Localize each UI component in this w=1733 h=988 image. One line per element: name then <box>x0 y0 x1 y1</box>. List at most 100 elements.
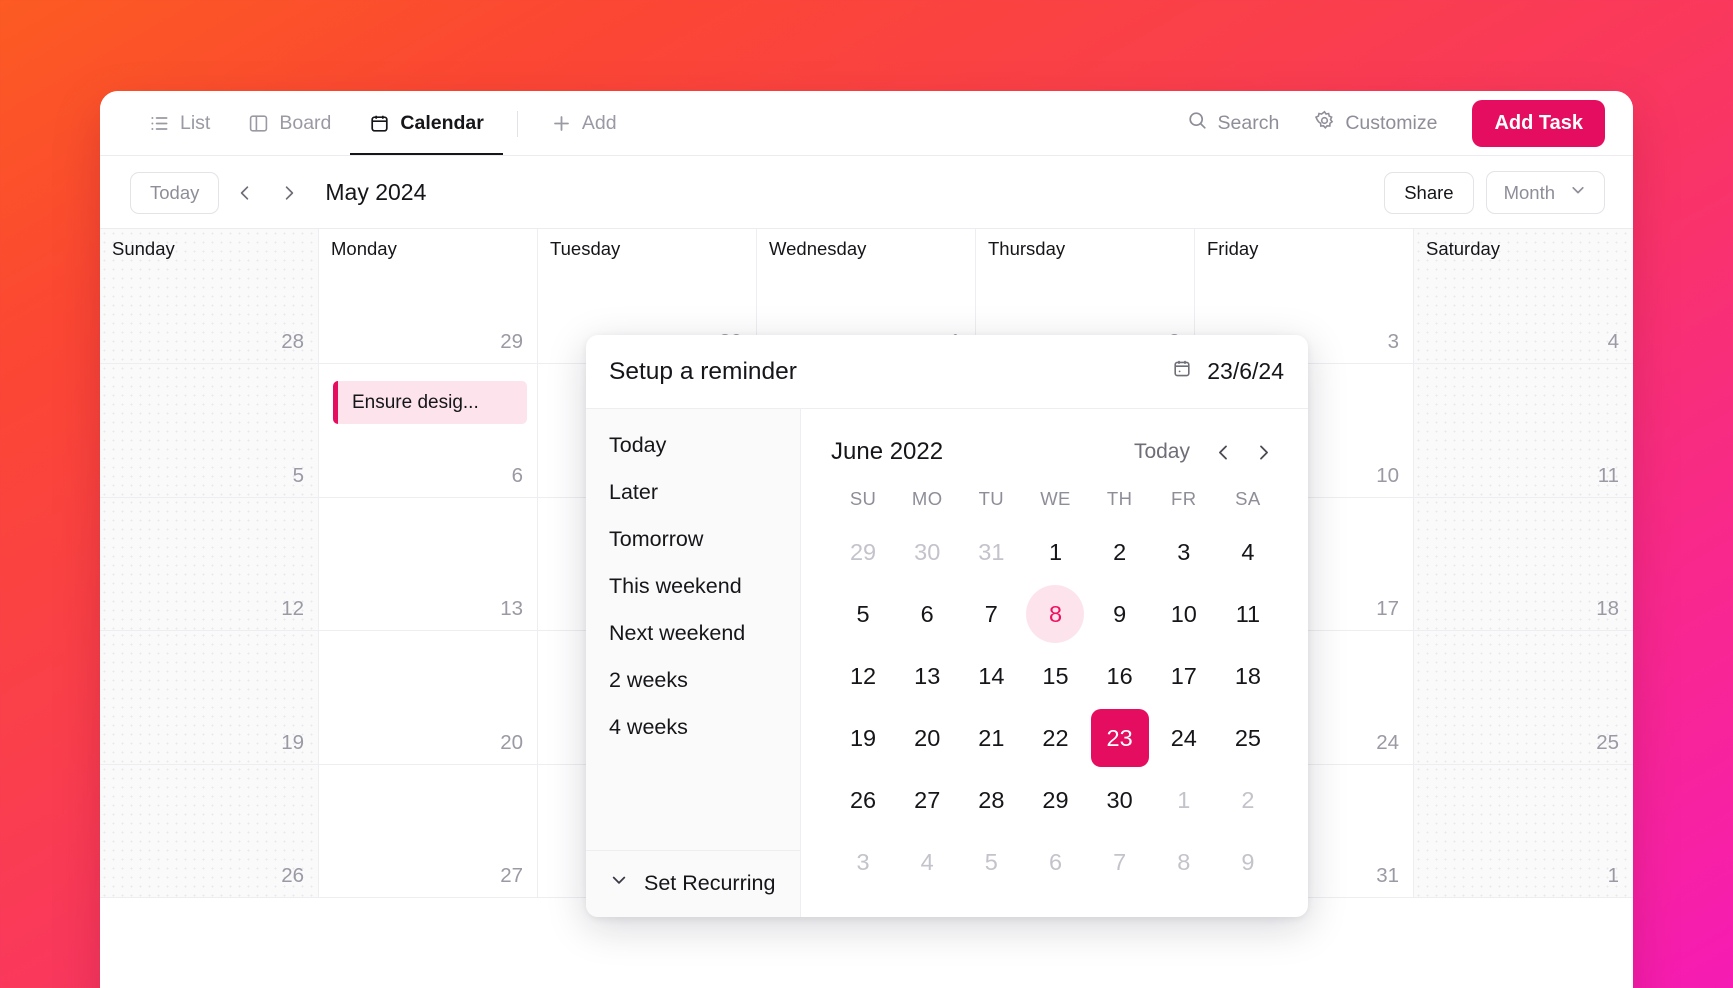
tab-list[interactable]: List <box>130 91 229 156</box>
date-picker-day[interactable]: 7 <box>959 585 1023 643</box>
task-chip[interactable]: Ensure desig... <box>333 381 527 424</box>
month-day-cell[interactable]: 18 <box>1414 497 1633 631</box>
date-picker-day[interactable]: 6 <box>1023 833 1087 891</box>
date-picker-day-number: 8 <box>1026 585 1085 643</box>
view-tab-bar: List Board Calendar Add Search Customize… <box>100 91 1633 156</box>
reminder-popover: Setup a reminder 23/6/24 Today Later Tomor… <box>586 335 1308 917</box>
next-period-button[interactable] <box>271 175 307 211</box>
month-day-number: 18 <box>1596 597 1619 620</box>
date-picker-day[interactable]: 1 <box>1023 523 1087 581</box>
date-picker-day-number: 19 <box>849 724 877 751</box>
date-picker-next-month-button[interactable] <box>1246 435 1280 469</box>
date-picker-day[interactable]: 14 <box>959 647 1023 705</box>
date-picker-day[interactable]: 30 <box>895 523 959 581</box>
set-recurring-button[interactable]: Set Recurring <box>586 850 800 917</box>
date-picker-day[interactable]: 11 <box>1216 585 1280 643</box>
previous-period-button[interactable] <box>227 175 263 211</box>
month-day-cell[interactable]: 11 <box>1414 364 1633 498</box>
add-task-button[interactable]: Add Task <box>1472 100 1605 147</box>
date-picker-day[interactable]: 5 <box>959 833 1023 891</box>
date-picker-day[interactable]: 3 <box>831 833 895 891</box>
month-day-cell[interactable]: Monday 29 <box>319 229 538 364</box>
date-picker-day[interactable]: 9 <box>1088 585 1152 643</box>
date-picker-day[interactable]: 23 <box>1088 709 1152 767</box>
date-picker-day[interactable]: 19 <box>831 709 895 767</box>
date-picker-day[interactable]: 1 <box>1152 771 1216 829</box>
month-day-cell[interactable]: 12 <box>100 497 319 631</box>
date-picker-day[interactable]: 24 <box>1152 709 1216 767</box>
month-day-cell[interactable]: 25 <box>1414 631 1633 765</box>
date-picker-day[interactable]: 5 <box>831 585 895 643</box>
gear-icon <box>1314 110 1335 137</box>
date-picker-today-button[interactable]: Today <box>1124 436 1200 468</box>
date-picker-day[interactable]: 28 <box>959 771 1023 829</box>
date-picker-day-number: 13 <box>914 662 941 689</box>
column-day-name: Saturday <box>1426 238 1501 259</box>
reminder-preset-item[interactable]: Tomorrow <box>586 516 800 563</box>
date-picker-day[interactable]: 8 <box>1023 585 1087 643</box>
date-picker-day[interactable]: 17 <box>1152 647 1216 705</box>
month-day-cell[interactable]: 19 <box>100 631 319 765</box>
month-day-cell[interactable]: 27 <box>319 764 538 898</box>
date-picker-day[interactable]: 9 <box>1216 833 1280 891</box>
date-picker-day[interactable]: 8 <box>1152 833 1216 891</box>
reminder-preset-item[interactable]: 2 weeks <box>586 657 800 704</box>
add-view-button[interactable]: Add <box>532 91 636 156</box>
column-day-name: Wednesday <box>769 238 867 259</box>
view-mode-select[interactable]: Month <box>1485 171 1605 214</box>
month-day-cell[interactable]: Ensure desig... 6 <box>319 364 538 498</box>
view-mode-label: Month <box>1503 181 1555 203</box>
date-picker-day[interactable]: 2 <box>1216 771 1280 829</box>
date-picker-day[interactable]: 18 <box>1216 647 1280 705</box>
reminder-date-field[interactable]: 23/6/24 <box>1171 358 1284 386</box>
month-day-number: 28 <box>281 330 304 353</box>
chevron-down-icon <box>609 870 629 896</box>
date-picker-day-number: 7 <box>984 600 998 627</box>
date-picker-day[interactable]: 27 <box>895 771 959 829</box>
reminder-preset-item[interactable]: Later <box>586 469 800 516</box>
date-picker-day[interactable]: 7 <box>1088 833 1152 891</box>
date-picker-day[interactable]: 10 <box>1152 585 1216 643</box>
date-picker-day[interactable]: 12 <box>831 647 895 705</box>
month-day-cell[interactable]: 5 <box>100 364 319 498</box>
date-picker-day[interactable]: 29 <box>831 523 895 581</box>
date-picker-prev-month-button[interactable] <box>1206 435 1240 469</box>
reminder-popover-body: Today Later Tomorrow This weekend Next weeke… <box>586 409 1308 917</box>
month-day-cell[interactable]: 20 <box>319 631 538 765</box>
month-day-cell[interactable]: Sunday 28 <box>100 229 319 364</box>
date-picker-day[interactable]: 25 <box>1216 709 1280 767</box>
month-day-cell[interactable]: 26 <box>100 764 319 898</box>
date-picker-day[interactable]: 30 <box>1088 771 1152 829</box>
date-picker-day-number: 10 <box>1170 600 1197 627</box>
month-day-number: 10 <box>1376 463 1399 487</box>
date-picker-day[interactable]: 21 <box>959 709 1023 767</box>
date-picker-day[interactable]: 4 <box>1216 523 1280 581</box>
share-button[interactable]: Share <box>1384 171 1474 214</box>
search-button[interactable]: Search <box>1173 102 1294 145</box>
date-picker-day[interactable]: 3 <box>1152 523 1216 581</box>
reminder-preset-item[interactable]: This weekend <box>586 563 800 610</box>
month-day-cell[interactable]: Saturday 4 <box>1414 229 1633 364</box>
month-day-cell[interactable]: 1 <box>1414 764 1633 898</box>
date-picker-day[interactable]: 22 <box>1023 709 1087 767</box>
date-picker-day[interactable]: 31 <box>959 523 1023 581</box>
reminder-preset-item[interactable]: 4 weeks <box>586 704 800 751</box>
date-picker-day[interactable]: 20 <box>895 709 959 767</box>
today-button[interactable]: Today <box>130 171 220 214</box>
date-picker-day[interactable]: 29 <box>1023 771 1087 829</box>
reminder-preset-item[interactable]: Next weekend <box>586 610 800 657</box>
date-picker-day[interactable]: 4 <box>895 833 959 891</box>
reminder-preset-item[interactable]: Today <box>586 422 800 469</box>
date-picker-day[interactable]: 2 <box>1088 523 1152 581</box>
customize-button[interactable]: Customize <box>1300 102 1451 145</box>
date-picker-day[interactable]: 13 <box>895 647 959 705</box>
tab-calendar[interactable]: Calendar <box>350 91 504 156</box>
tab-board[interactable]: Board <box>229 91 350 156</box>
toolbar-right-group: Share Month <box>1384 171 1605 214</box>
date-picker-day[interactable]: 26 <box>831 771 895 829</box>
month-day-cell[interactable]: 13 <box>319 497 538 631</box>
date-picker-day[interactable]: 6 <box>895 585 959 643</box>
date-picker-day[interactable]: 15 <box>1023 647 1087 705</box>
date-picker-day[interactable]: 16 <box>1088 647 1152 705</box>
month-day-number: 11 <box>1597 463 1619 487</box>
